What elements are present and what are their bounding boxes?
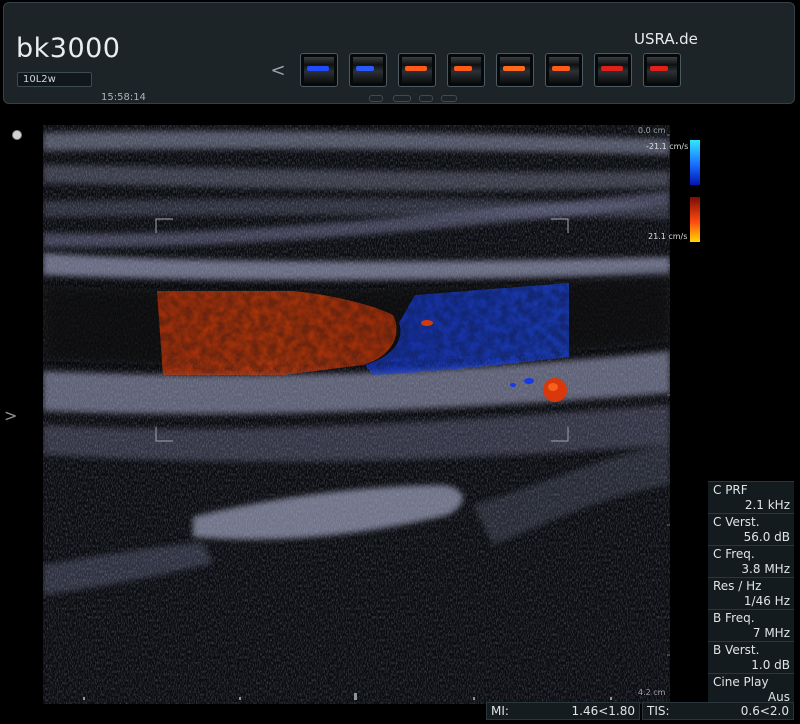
thumbnail-flow (307, 66, 329, 71)
color-scale-positive-bar (690, 197, 700, 242)
clock: 15:58:14 (101, 92, 146, 103)
mi-index: MI: 1.46<1.80 (486, 702, 640, 720)
param-cine-play[interactable]: Cine Play Aus (708, 673, 794, 705)
param-label: C PRF (713, 483, 748, 497)
color-scale-negative-bar (690, 140, 700, 185)
safety-indices-bar: MI: 1.46<1.80 TIS: 0.6<2.0 (486, 702, 794, 720)
tis-label: TIS: (647, 704, 670, 718)
param-label: Cine Play (713, 675, 769, 689)
parameter-panel: C PRF 2.1 kHz C Verst. 56.0 dB C Freq. 3… (708, 481, 794, 705)
system-logo: bk3000 (16, 33, 121, 64)
thumbnail-flow (601, 66, 623, 71)
param-label: B Verst. (713, 643, 760, 657)
thumbnail-flow (405, 66, 427, 71)
header-panel: bk3000 10L2w 15:58:14 USRA.de < (3, 2, 795, 104)
param-label: C Freq. (713, 547, 755, 561)
cine-thumbnail[interactable] (349, 53, 387, 87)
thumbnail-flow (454, 66, 472, 71)
tis-value: 0.6<2.0 (740, 704, 789, 718)
param-c-freq[interactable]: C Freq. 3.8 MHz (708, 545, 794, 577)
param-value: 56.0 dB (743, 530, 790, 544)
mi-value: 1.46<1.80 (571, 704, 636, 718)
ultrasound-svg (43, 125, 670, 704)
color-scale-top-label: -21.1 cm/s (646, 142, 689, 151)
param-res-hz[interactable]: Res / Hz 1/46 Hz (708, 577, 794, 609)
param-label: C Verst. (713, 515, 760, 529)
color-scale-bottom-label: 21.1 cm/s (648, 232, 688, 241)
brand-label: USRA.de (634, 30, 698, 48)
ultrasound-image[interactable] (43, 125, 670, 704)
cine-thumbnail[interactable] (300, 53, 338, 87)
param-value: 1.0 dB (751, 658, 790, 672)
orientation-marker (12, 130, 22, 140)
cine-thumbnail[interactable] (447, 53, 485, 87)
tis-index: TIS: 0.6<2.0 (642, 702, 794, 720)
depth-top-label: 0.0 cm (638, 126, 666, 135)
chevron-right-icon[interactable]: > (4, 406, 17, 425)
probe-selector[interactable]: 10L2w (17, 72, 92, 87)
param-b-freq[interactable]: B Freq. 7 MHz (708, 609, 794, 641)
cine-thumbnail[interactable] (545, 53, 583, 87)
param-label: Res / Hz (713, 579, 762, 593)
cine-thumbnail[interactable] (643, 53, 681, 87)
param-b-gain[interactable]: B Verst. 1.0 dB (708, 641, 794, 673)
param-value: 3.8 MHz (741, 562, 790, 576)
param-c-prf[interactable]: C PRF 2.1 kHz (708, 481, 794, 513)
param-c-gain[interactable]: C Verst. 56.0 dB (708, 513, 794, 545)
thumbnail-flow (552, 66, 570, 71)
depth-bottom-label: 4.2 cm (638, 688, 666, 697)
chevron-left-icon[interactable]: < (270, 60, 286, 82)
thumbnail-flow (356, 66, 374, 71)
thumbnail-flow (503, 66, 525, 71)
cine-thumbnail[interactable] (594, 53, 632, 87)
param-label: B Freq. (713, 611, 755, 625)
param-value: 2.1 kHz (744, 498, 790, 512)
thumbnail-flow (650, 66, 668, 71)
mi-label: MI: (491, 704, 509, 718)
param-value: 7 MHz (752, 626, 790, 640)
cine-thumbnail[interactable] (398, 53, 436, 87)
cine-thumbnail[interactable] (496, 53, 534, 87)
param-value: 1/46 Hz (743, 594, 790, 608)
